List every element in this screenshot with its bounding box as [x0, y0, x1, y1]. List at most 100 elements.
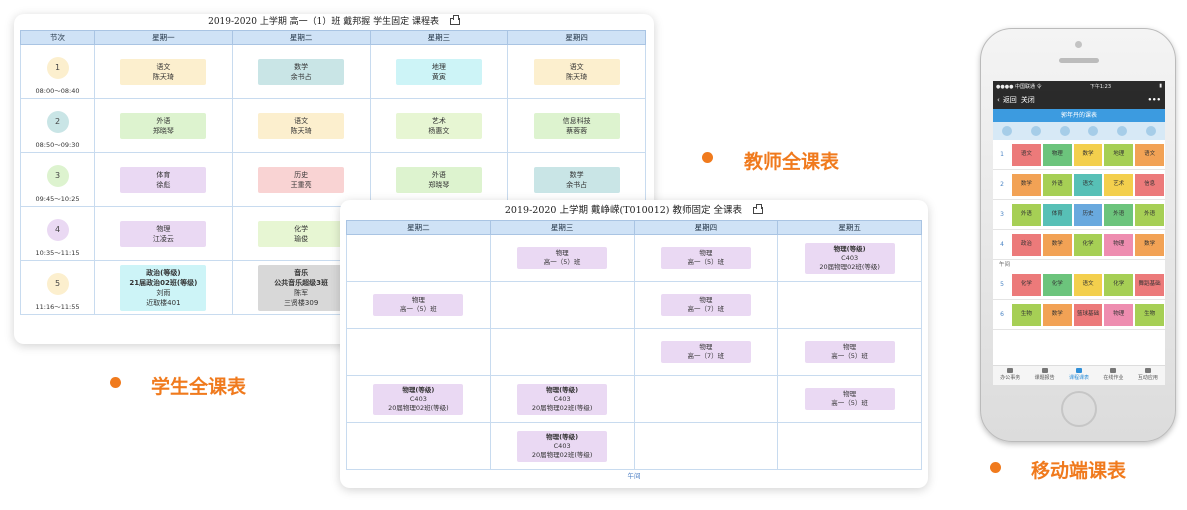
bullet-dot-icon — [110, 377, 121, 388]
tab-label: 办公事务 — [1000, 375, 1021, 381]
phone-tab-bar: 办公事务 课题报告 课程课表 在线作业 互动应用 — [993, 365, 1165, 385]
schedule-cell: 物理 高一（5）班 — [489, 234, 635, 282]
phone-course-cell[interactable]: 地理 — [1104, 143, 1134, 166]
phone-course-cell[interactable]: 语文 — [1012, 143, 1041, 166]
course-detail: 近取楼401 — [146, 298, 181, 307]
course-detail: 陈天琦 — [290, 126, 312, 135]
course-block[interactable]: 语文 陈天琦 — [258, 112, 345, 139]
phone-course-cell[interactable]: 数学 — [1073, 143, 1103, 166]
feature-student-label: 学生全课表 — [151, 376, 247, 398]
print-icon[interactable] — [449, 15, 460, 25]
phone-tab-item[interactable]: 在线作业 — [1096, 366, 1130, 385]
course-block[interactable]: 物理 高一（5）班 — [373, 294, 464, 316]
period-col-icon — [1002, 126, 1013, 136]
phone-tab-item[interactable]: 互动应用 — [1131, 366, 1165, 385]
phone-course-cell[interactable]: 语文 — [1135, 143, 1164, 166]
course-block[interactable]: 物理(等级) C403 20届物理02班(等级) — [517, 383, 608, 415]
course-block[interactable]: 信息科技 蔡蓉蓉 — [533, 112, 620, 139]
course-block[interactable]: 历史 王重亮 — [258, 166, 345, 193]
course-name: 物理(等级) — [833, 244, 866, 253]
course-block[interactable]: 物理 江凌云 — [120, 220, 207, 247]
phone-course-cell[interactable]: 舞蹈基础 — [1135, 273, 1164, 296]
course-block[interactable]: 语文 陈天琦 — [533, 58, 620, 85]
phone-course-cell[interactable]: 外语 — [1012, 203, 1041, 226]
phone-tab-item[interactable]: 办公事务 — [993, 366, 1027, 385]
back-chevron-icon[interactable]: ‹ — [997, 96, 1000, 104]
course-name: 数学 — [294, 62, 309, 71]
phone-course-cell[interactable]: 语文 — [1073, 273, 1103, 296]
course-block[interactable]: 物理(等级) C403 20届物理02班(等级) — [804, 242, 895, 274]
phone-course-cell[interactable]: 艺术 — [1104, 173, 1134, 196]
phone-course-cell[interactable]: 化学 — [1104, 273, 1134, 296]
phone-tab-item[interactable]: 课程课表 — [1062, 366, 1096, 385]
speaker-icon — [1059, 58, 1099, 63]
period-number: 4 — [46, 219, 69, 241]
phone-course-cell[interactable]: 外语 — [1104, 203, 1134, 226]
course-block[interactable]: 地理 黄寅 — [395, 58, 482, 85]
more-icon[interactable]: ••• — [1148, 96, 1161, 104]
weekday-icon[interactable] — [1031, 126, 1041, 136]
phone-course-cell[interactable]: 外语 — [1135, 203, 1164, 226]
course-block[interactable]: 物理 高一（5）班 — [660, 247, 751, 269]
phone-course-cell[interactable]: 化学 — [1042, 273, 1072, 296]
course-detail: 刘雨 — [156, 288, 171, 297]
phone-tab-item[interactable]: 课题报告 — [1027, 366, 1061, 385]
course-block[interactable]: 语文 陈天琦 — [120, 58, 207, 85]
schedule-row: 物理(等级) C403 20届物理02班(等级) — [346, 422, 922, 470]
course-name: 语文 — [156, 62, 171, 71]
course-block[interactable]: 物理 高一（7）班 — [660, 341, 751, 363]
period-cell: 4 10:35～11:15 — [20, 206, 95, 261]
phone-course-cell[interactable]: 政治 — [1012, 233, 1041, 256]
phone-course-cell[interactable]: 篮球基础 — [1073, 303, 1103, 326]
course-detail: C403 — [841, 253, 859, 262]
home-button[interactable] — [1061, 391, 1097, 427]
course-block[interactable]: 物理 高一（5）班 — [517, 247, 608, 269]
course-block[interactable]: 物理(等级) C403 20届物理02班(等级) — [517, 430, 608, 462]
phone-course-cell[interactable]: 生物 — [1135, 303, 1164, 326]
course-detail: 20届物理02班(等级) — [388, 403, 449, 412]
phone-course-cell[interactable]: 数学 — [1012, 173, 1041, 196]
course-block[interactable]: 外语 郑晓琴 — [120, 112, 207, 139]
course-name: 物理(等级) — [546, 385, 579, 394]
course-detail: 瑜俊 — [294, 234, 309, 243]
course-block[interactable]: 物理(等级) C403 20届物理02班(等级) — [373, 383, 464, 415]
phone-course-cell[interactable]: 物理 — [1104, 303, 1134, 326]
phone-course-cell[interactable]: 物理 — [1104, 233, 1134, 256]
course-block[interactable]: 化学 瑜俊 — [258, 220, 345, 247]
weekday-icon[interactable] — [1088, 126, 1099, 136]
course-block[interactable]: 外语 郑晓琴 — [395, 166, 482, 193]
phone-course-cell[interactable]: 生物 — [1012, 303, 1041, 326]
schedule-cell: 物理 江凌云 — [94, 206, 233, 261]
phone-course-cell[interactable]: 数学 — [1135, 233, 1164, 256]
phone-course-cell[interactable]: 化学 — [1012, 273, 1041, 296]
weekday-icon[interactable] — [1059, 126, 1070, 136]
course-block[interactable]: 音乐 公共音乐超级3班 陈军 三贤楼309 — [258, 264, 345, 311]
phone-course-cell[interactable]: 信息 — [1135, 173, 1164, 196]
course-block[interactable]: 数学 余书占 — [258, 58, 345, 85]
phone-course-cell[interactable]: 语文 — [1073, 173, 1103, 196]
course-block[interactable]: 物理 高一（5）班 — [804, 388, 895, 410]
app-bar: ‹ 返回 关闭 ••• — [993, 91, 1165, 109]
back-button[interactable]: 返回 — [1003, 95, 1017, 105]
phone-course-cell[interactable]: 数学 — [1042, 233, 1072, 256]
phone-week-header — [993, 122, 1165, 140]
course-block[interactable]: 政治(等级) 21届政治02班(等级) 刘雨 近取楼401 — [120, 264, 207, 311]
phone-course-cell[interactable]: 数学 — [1042, 303, 1072, 326]
course-block[interactable]: 艺术 杨惠文 — [395, 112, 482, 139]
phone-course-cell[interactable]: 外语 — [1042, 173, 1072, 196]
weekday-icon[interactable] — [1117, 126, 1128, 136]
phone-course-cell[interactable]: 体育 — [1042, 203, 1072, 226]
course-block[interactable]: 数学 余书占 — [533, 166, 620, 193]
print-icon[interactable] — [753, 204, 764, 214]
phone-course-cell[interactable]: 历史 — [1073, 203, 1103, 226]
course-detail: 20届物理02班(等级) — [531, 403, 593, 412]
course-block[interactable]: 体育 徐彪 — [120, 166, 207, 193]
course-name: 化学 — [294, 224, 309, 233]
course-detail: 徐彪 — [156, 180, 171, 189]
close-button[interactable]: 关闭 — [1021, 95, 1035, 105]
weekday-icon[interactable] — [1145, 126, 1156, 136]
phone-course-cell[interactable]: 物理 — [1042, 143, 1072, 166]
phone-course-cell[interactable]: 化学 — [1073, 233, 1103, 256]
course-block[interactable]: 物理 高一（7）班 — [660, 294, 751, 316]
course-block[interactable]: 物理 高一（5）班 — [804, 341, 895, 363]
